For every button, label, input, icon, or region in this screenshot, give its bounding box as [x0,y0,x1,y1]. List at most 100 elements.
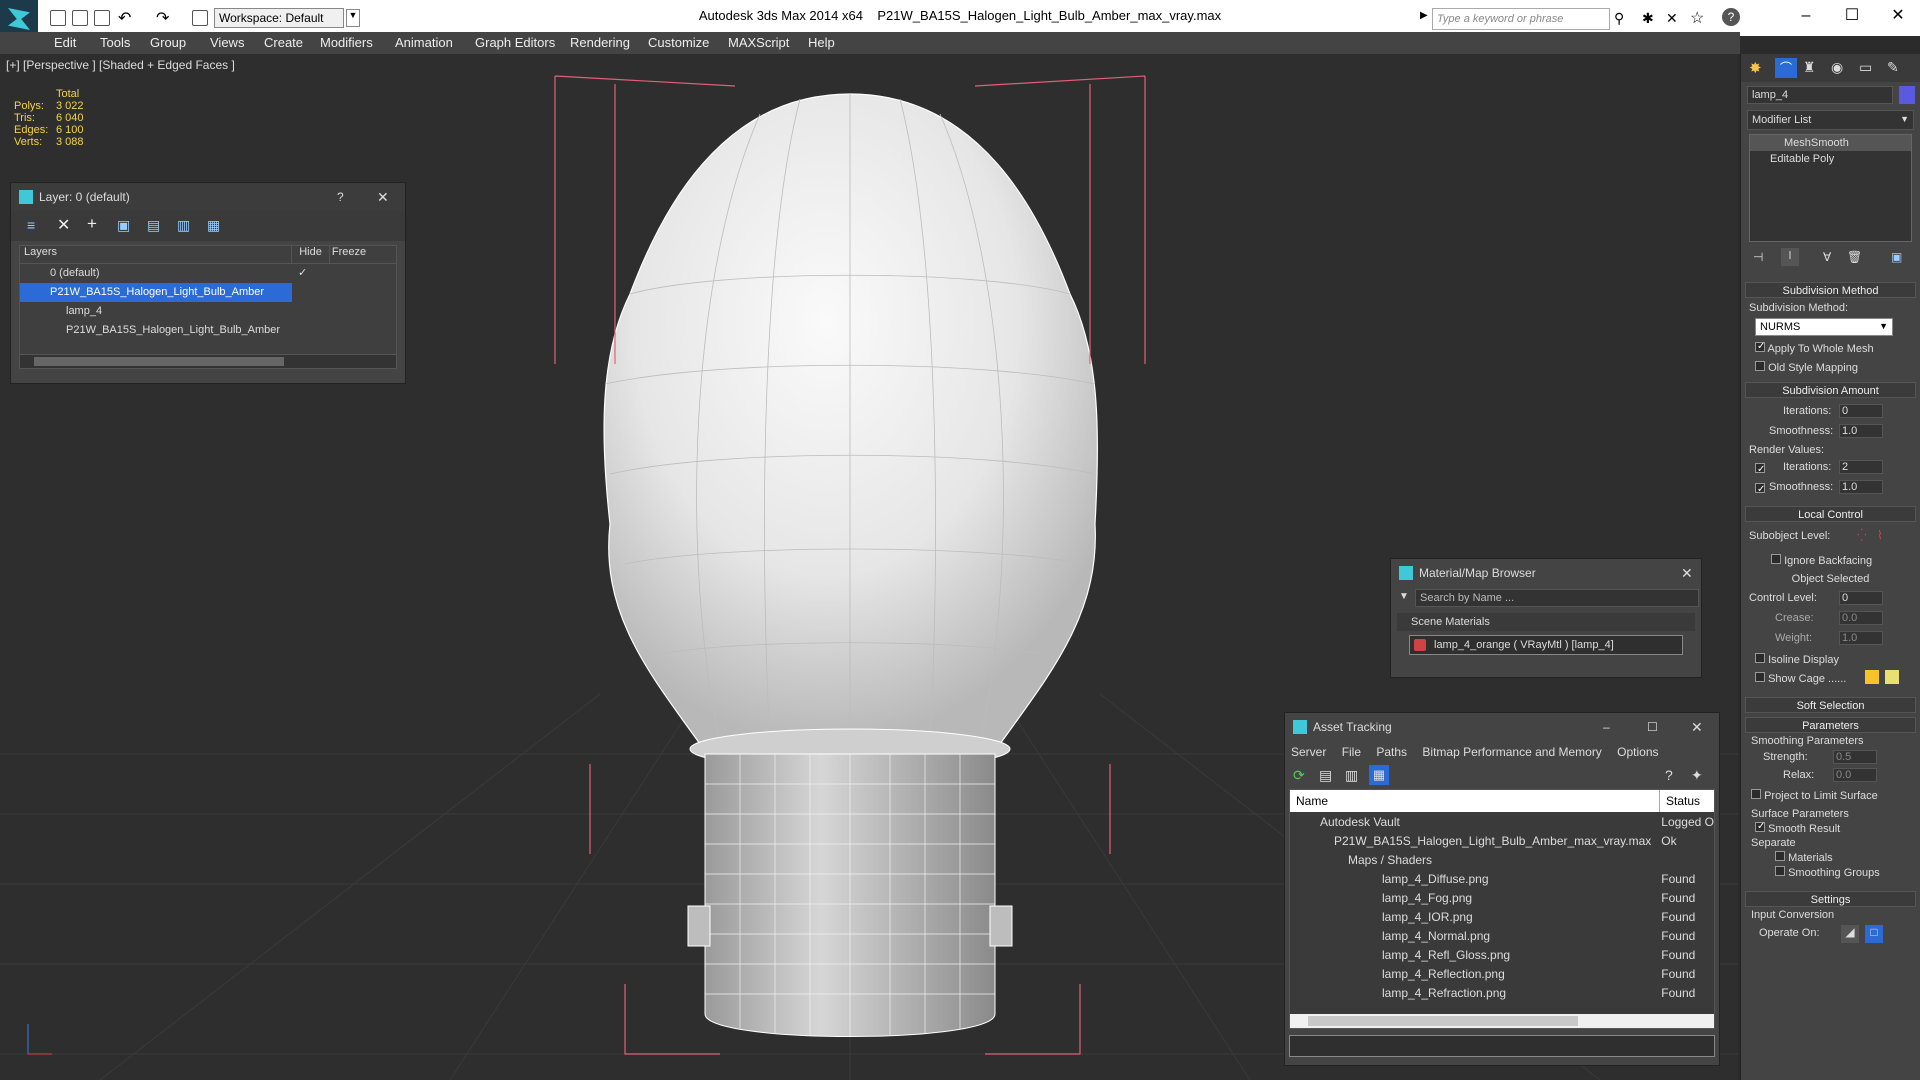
help-icon[interactable]: ? [337,183,344,211]
close-icon[interactable]: ✕ [377,183,389,211]
menu-edit[interactable]: Edit [54,34,76,52]
create-tab-icon[interactable]: ✸ [1749,59,1762,77]
delete-layer-icon[interactable]: ✕ [57,215,70,235]
rollout-settings[interactable]: Settings [1745,891,1916,907]
layer-row[interactable]: 0 (default) ✓ [20,264,396,283]
layer-dialog-titlebar[interactable]: Layer: 0 (default) ? ✕ [11,183,405,211]
configure-modifier-icon[interactable]: ▣ [1891,250,1902,264]
material-item[interactable]: lamp_4_orange ( VRayMtl ) [lamp_4] [1409,635,1683,655]
scrollbar-thumb[interactable] [1308,1016,1578,1026]
render-iterations-checkbox[interactable] [1755,463,1765,473]
utilities-tab-icon[interactable]: ✎ [1887,59,1899,76]
subdivision-method-dropdown[interactable]: NURMS ▼ [1755,318,1893,336]
redo-icon[interactable]: ↷ [156,8,169,28]
crease-spinner[interactable]: 0.0 [1839,611,1883,625]
refresh-icon[interactable]: ⟳ [1293,767,1305,784]
column-freeze[interactable]: Freeze [330,246,368,263]
table-row[interactable]: lamp_4_Refl_Gloss.png Found [1290,945,1714,964]
old-style-mapping-row[interactable]: Old Style Mapping [1755,361,1906,374]
menu-views[interactable]: Views [210,34,244,52]
material-browser-titlebar[interactable]: Material/Map Browser ✕ [1391,559,1701,587]
operate-polygons-icon[interactable]: □ [1865,925,1883,943]
menu-paths[interactable]: Paths [1376,745,1407,759]
motion-tab-icon[interactable]: ◉ [1831,59,1843,76]
undo-icon[interactable]: ↶ [118,8,131,28]
asset-tracking-titlebar[interactable]: Asset Tracking – ☐ ✕ [1285,713,1719,741]
stack-item-meshsmooth[interactable]: MeshSmooth [1750,135,1911,151]
column-hide[interactable]: Hide [292,246,330,263]
hierarchy-tab-icon[interactable]: ♜ [1803,59,1816,76]
maximize-icon[interactable]: ☐ [1647,713,1658,741]
smooth-result-checkbox[interactable] [1755,822,1765,832]
table-row[interactable]: lamp_4_Normal.png Found [1290,926,1714,945]
table-row[interactable]: Autodesk Vault Logged O [1290,812,1714,831]
subscription-icon[interactable]: ✱ [1642,10,1654,27]
highlight-layer-icon[interactable]: ▤ [147,217,160,234]
save-file-icon[interactable] [94,10,110,26]
layer-list[interactable]: Layers Hide Freeze 0 (default) ✓ P21W_BA… [19,245,397,369]
menu-tools[interactable]: Tools [100,34,130,52]
modifier-list-dropdown[interactable]: Modifier List ▼ [1747,110,1914,130]
open-file-icon[interactable] [72,10,88,26]
table-row[interactable]: Maps / Shaders [1290,850,1714,869]
asset-path-field[interactable] [1289,1035,1715,1057]
freeze-all-icon[interactable]: ▦ [207,217,220,234]
minimize-button[interactable]: – [1786,4,1826,28]
show-end-result-icon[interactable]: ⏽ [1781,248,1799,266]
close-button[interactable]: ✕ [1878,4,1918,28]
column-name[interactable]: Name [1290,790,1660,812]
apply-whole-mesh-checkbox[interactable] [1755,342,1765,352]
display-tab-icon[interactable]: ▭ [1859,59,1872,76]
scrollbar-thumb[interactable] [34,357,284,366]
vertex-subobject-icon[interactable]: ⁛ [1857,528,1867,542]
table-row[interactable]: lamp_4_Refraction.png Found [1290,983,1714,1002]
menu-options[interactable]: Options [1617,745,1658,759]
menu-bitmap-performance[interactable]: Bitmap Performance and Memory [1422,745,1601,759]
project-limit-checkbox[interactable] [1751,789,1761,799]
viewport-label[interactable]: [+] [Perspective ] [Shaded + Edged Faces… [6,58,235,72]
isoline-display-checkbox[interactable] [1755,653,1765,663]
favorites-star-icon[interactable]: ☆ [1690,8,1704,28]
create-layer-icon[interactable]: ≡ [27,217,35,233]
modifier-stack[interactable]: MeshSmooth Editable Poly [1749,134,1912,242]
thumbnail-view-icon[interactable]: ▥ [1345,767,1358,784]
column-status[interactable]: Status [1660,790,1700,812]
menu-modifiers[interactable]: Modifiers [320,34,373,52]
menu-customize[interactable]: Customize [648,34,709,52]
materials-checkbox[interactable] [1775,851,1785,861]
material-browser-dialog[interactable]: Material/Map Browser ✕ ▼ Search by Name … [1390,558,1702,678]
search-expand-icon[interactable]: ▶ [1420,10,1428,21]
apply-whole-mesh-row[interactable]: Apply To Whole Mesh [1755,342,1906,355]
stack-item-editable-poly[interactable]: Editable Poly [1750,151,1911,167]
table-view-icon[interactable]: ▦ [1369,765,1389,785]
menu-file[interactable]: File [1342,745,1361,759]
smoothness-spinner[interactable]: 1.0 [1839,424,1883,438]
table-row[interactable]: P21W_BA15S_Halogen_Light_Bulb_Amber_max_… [1290,831,1714,850]
new-file-icon[interactable] [50,10,66,26]
pin-stack-icon[interactable]: ⊣ [1753,250,1763,264]
render-smoothness-checkbox[interactable] [1755,483,1765,493]
object-color-swatch[interactable] [1899,86,1915,104]
iterations-spinner[interactable]: 0 [1839,404,1883,418]
close-icon[interactable]: ✕ [1681,559,1693,587]
operate-triangles-icon[interactable]: ◢ [1841,925,1859,943]
project-folder-icon[interactable] [192,10,208,26]
help-icon[interactable]: ? [1722,8,1740,26]
cage-color-1[interactable] [1865,670,1879,684]
cage-color-2[interactable] [1885,670,1899,684]
menu-animation[interactable]: Animation [395,34,453,52]
strength-spinner[interactable]: 0.5 [1833,750,1877,764]
project-limit-row[interactable]: Project to Limit Surface [1751,789,1910,802]
select-objects-icon[interactable]: ▣ [117,217,130,234]
render-smoothness-spinner[interactable]: 1.0 [1839,480,1883,494]
menu-create[interactable]: Create [264,34,303,52]
menu-rendering[interactable]: Rendering [570,34,630,52]
maximize-button[interactable]: ☐ [1832,4,1872,28]
render-iterations-spinner[interactable]: 2 [1839,460,1883,474]
smoothing-groups-checkbox[interactable] [1775,866,1785,876]
scene-materials-section[interactable]: Scene Materials [1397,613,1695,631]
make-unique-icon[interactable]: ∀ [1823,250,1831,264]
show-cage-checkbox[interactable] [1755,672,1765,682]
table-row[interactable]: lamp_4_Diffuse.png Found [1290,869,1714,888]
filter-icon[interactable]: ▼ [1399,591,1409,602]
